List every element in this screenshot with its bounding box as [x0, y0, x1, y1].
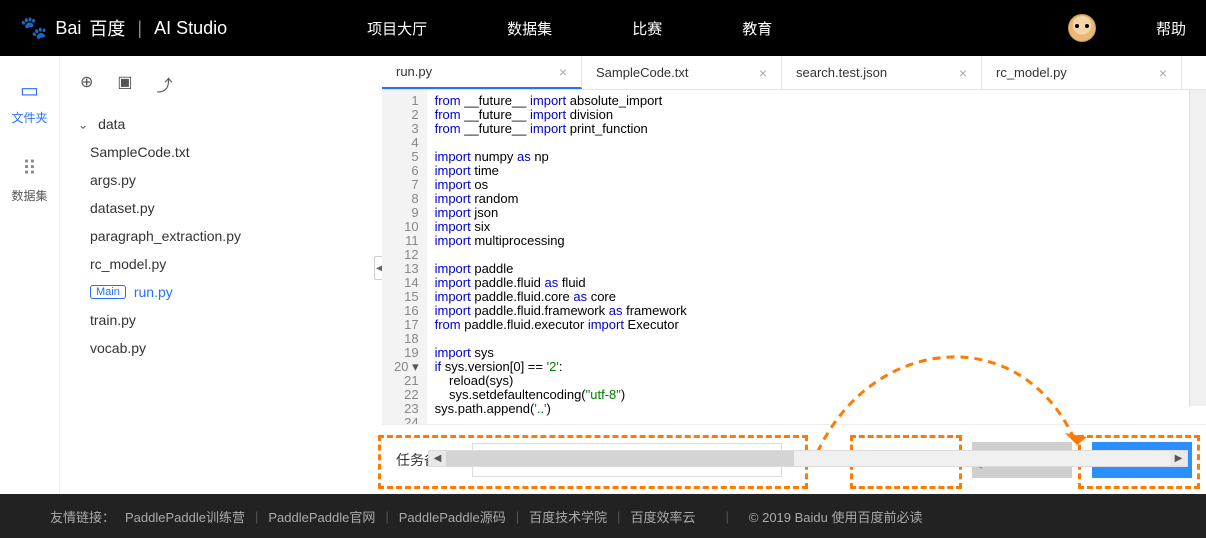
footer-link[interactable]: PaddlePaddle官网: [268, 507, 375, 526]
nav-items: 项目大厅 数据集 比赛 教育: [367, 18, 772, 39]
line-gutter: 1234567891011121314151617181920 ▾2122232…: [382, 90, 427, 424]
close-icon[interactable]: ×: [1159, 65, 1167, 81]
rail-files-label: 文件夹: [0, 109, 59, 126]
scroll-left-icon[interactable]: ◀: [429, 451, 446, 466]
new-file-icon[interactable]: ⊕: [80, 72, 93, 96]
tab-samplecode[interactable]: SampleCode.txt×: [582, 56, 782, 89]
logo[interactable]: 🐾 Bai 百度 | AI Studio: [20, 15, 227, 41]
tree-toolbar: ⊕ ▣ ⤴: [60, 66, 382, 110]
left-rail: ▭ 文件夹 ⠿ 数据集: [0, 56, 60, 494]
upload-icon[interactable]: ⤴: [157, 72, 173, 96]
footer-link[interactable]: 百度效率云: [631, 507, 696, 526]
tab-search-json[interactable]: search.test.json×: [782, 56, 982, 89]
nav-competitions[interactable]: 比赛: [632, 18, 662, 39]
scroll-right-icon[interactable]: ▶: [1170, 451, 1187, 466]
new-folder-icon[interactable]: ▣: [117, 72, 132, 96]
close-icon[interactable]: ×: [759, 65, 767, 81]
nav-datasets[interactable]: 数据集: [507, 18, 552, 39]
brand-right: AI Studio: [154, 18, 227, 39]
code-content[interactable]: from __future__ import absolute_importfr…: [427, 90, 695, 424]
footer-prefix: 友情链接：: [50, 507, 115, 526]
top-nav: 🐾 Bai 百度 | AI Studio 项目大厅 数据集 比赛 教育 帮助: [0, 0, 1206, 56]
brand-separator: |: [137, 18, 142, 39]
file-tree: ⊕ ▣ ⤴ data SampleCode.txt args.py datase…: [60, 56, 382, 494]
rail-dataset-label: 数据集: [0, 187, 59, 204]
tree-folder-data[interactable]: data: [60, 110, 382, 138]
tab-run-py[interactable]: run.py×: [382, 56, 582, 89]
footer-link[interactable]: PaddlePaddle训练营: [125, 507, 245, 526]
tree-file[interactable]: train.py: [60, 306, 382, 334]
tree-file[interactable]: paragraph_extraction.py: [60, 222, 382, 250]
nav-education[interactable]: 教育: [742, 18, 772, 39]
brand-main: Bai: [55, 18, 81, 39]
code-editor[interactable]: 1234567891011121314151617181920 ▾2122232…: [382, 90, 1206, 424]
dataset-icon: ⠿: [0, 156, 59, 181]
footer: 友情链接： PaddlePaddle训练营| PaddlePaddle官网| P…: [0, 494, 1206, 538]
rail-files[interactable]: ▭ 文件夹: [0, 78, 59, 126]
footer-link[interactable]: 百度技术学院: [529, 507, 607, 526]
close-icon[interactable]: ×: [559, 64, 567, 80]
footer-copyright: © 2019 Baidu 使用百度前必读: [749, 507, 923, 526]
paw-icon: 🐾: [20, 15, 47, 41]
tab-rc-model[interactable]: rc_model.py×: [982, 56, 1182, 89]
tree-file[interactable]: args.py: [60, 166, 382, 194]
tree-file-active[interactable]: Main run.py: [60, 278, 382, 306]
nav-projects[interactable]: 项目大厅: [367, 18, 427, 39]
rail-dataset[interactable]: ⠿ 数据集: [0, 156, 59, 204]
editor-area: ◀ run.py× SampleCode.txt× search.test.js…: [382, 56, 1206, 494]
brand-sub: 百度: [89, 15, 125, 41]
avatar[interactable]: [1068, 14, 1096, 42]
tree-file[interactable]: dataset.py: [60, 194, 382, 222]
vertical-scrollbar[interactable]: [1189, 90, 1206, 406]
tree-file[interactable]: rc_model.py: [60, 250, 382, 278]
editor-tabs: run.py× SampleCode.txt× search.test.json…: [382, 56, 1206, 90]
tree-file[interactable]: SampleCode.txt: [60, 138, 382, 166]
nav-help[interactable]: 帮助: [1156, 18, 1186, 39]
close-icon[interactable]: ×: [959, 65, 967, 81]
footer-link[interactable]: PaddlePaddle源码: [399, 507, 506, 526]
folder-icon: ▭: [0, 78, 59, 103]
main-badge: Main: [90, 285, 126, 299]
tree-file[interactable]: vocab.py: [60, 334, 382, 362]
horizontal-scrollbar[interactable]: ◀ ▶: [428, 450, 1188, 467]
